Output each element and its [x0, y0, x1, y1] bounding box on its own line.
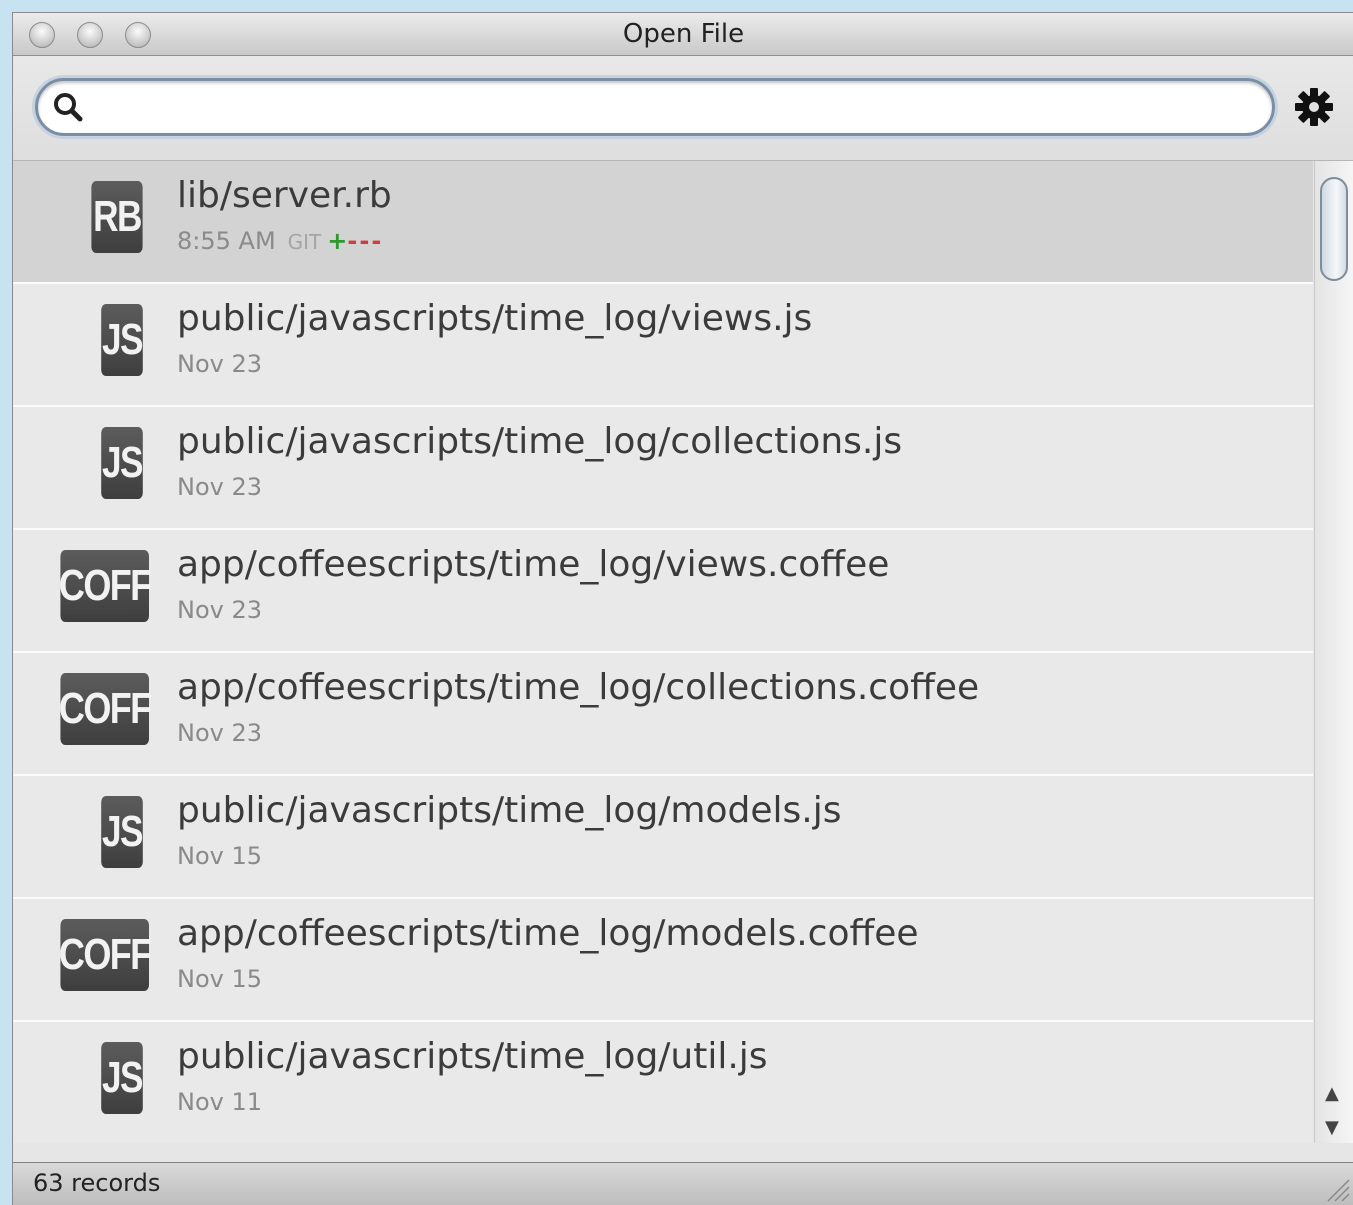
file-path: app/coffeescripts/time_log/models.coffee — [177, 913, 919, 954]
file-path: public/javascripts/time_log/collections.… — [177, 421, 903, 462]
resize-grip-icon[interactable] — [1324, 1176, 1350, 1202]
file-path: public/javascripts/time_log/util.js — [177, 1036, 768, 1077]
file-type-badge: JS — [101, 1042, 144, 1114]
gear-icon[interactable] — [1294, 87, 1334, 127]
search-field[interactable] — [35, 78, 1275, 136]
file-row[interactable]: JS public/javascripts/time_log/util.js N… — [13, 1022, 1313, 1143]
file-path: public/javascripts/time_log/models.js — [177, 790, 842, 831]
file-row[interactable]: JS public/javascripts/time_log/collectio… — [13, 407, 1313, 530]
file-row[interactable]: COFF app/coffeescripts/time_log/views.co… — [13, 530, 1313, 653]
file-date: Nov 23 — [177, 473, 263, 501]
scroll-up-arrow-icon[interactable]: ▲ — [1325, 1083, 1339, 1104]
file-date: Nov 15 — [177, 965, 263, 993]
status-bar: 63 records — [13, 1162, 1353, 1205]
file-date: Nov 23 — [177, 350, 263, 378]
vcs-label: GIT — [287, 230, 322, 254]
file-type-badge: JS — [101, 304, 144, 376]
file-path: public/javascripts/time_log/views.js — [177, 298, 813, 339]
file-type-badge: JS — [101, 427, 144, 499]
file-date: Nov 11 — [177, 1088, 263, 1116]
vertical-scrollbar[interactable]: ▲ ▼ — [1314, 161, 1353, 1143]
file-row[interactable]: COFF app/coffeescripts/time_log/models.c… — [13, 899, 1313, 1022]
file-type-badge: COFF — [59, 919, 152, 991]
file-meta: 8:55 AM GIT +--- — [177, 227, 383, 255]
record-count: 63 records — [33, 1169, 161, 1197]
file-row[interactable]: JS public/javascripts/time_log/models.js… — [13, 776, 1313, 899]
file-list: RB lib/server.rb 8:55 AM GIT +--- JS publi… — [13, 161, 1313, 1143]
file-type-badge: COFF — [59, 673, 152, 745]
file-row[interactable]: RB lib/server.rb 8:55 AM GIT +--- — [13, 161, 1313, 284]
toolbar — [13, 56, 1353, 161]
search-icon — [54, 93, 83, 122]
search-input[interactable] — [94, 85, 1252, 131]
file-type-badge: RB — [91, 181, 143, 253]
file-date: Nov 23 — [177, 719, 263, 747]
window-title: Open File — [622, 19, 745, 49]
file-row[interactable]: JS public/javascripts/time_log/views.js … — [13, 284, 1313, 407]
file-path: app/coffeescripts/time_log/views.coffee — [177, 544, 890, 585]
file-row[interactable]: COFF app/coffeescripts/time_log/collecti… — [13, 653, 1313, 776]
vcs-removed-indicator: --- — [347, 227, 384, 255]
file-path: app/coffeescripts/time_log/collections.c… — [177, 667, 980, 708]
title-bar[interactable]: Open File — [13, 13, 1353, 56]
scroll-down-arrow-icon[interactable]: ▼ — [1325, 1117, 1339, 1138]
file-path: lib/server.rb — [177, 175, 392, 216]
file-type-badge: JS — [101, 796, 144, 868]
file-date: Nov 15 — [177, 842, 263, 870]
file-date: Nov 23 — [177, 596, 263, 624]
scrollbar-thumb[interactable] — [1320, 177, 1348, 281]
vcs-added-indicator: + — [327, 227, 348, 255]
file-type-badge: COFF — [59, 550, 152, 622]
file-date: 8:55 AM — [177, 227, 276, 255]
open-file-window: Open File RB lib/server.rb 8:55 AM GIT +… — [12, 12, 1353, 1205]
